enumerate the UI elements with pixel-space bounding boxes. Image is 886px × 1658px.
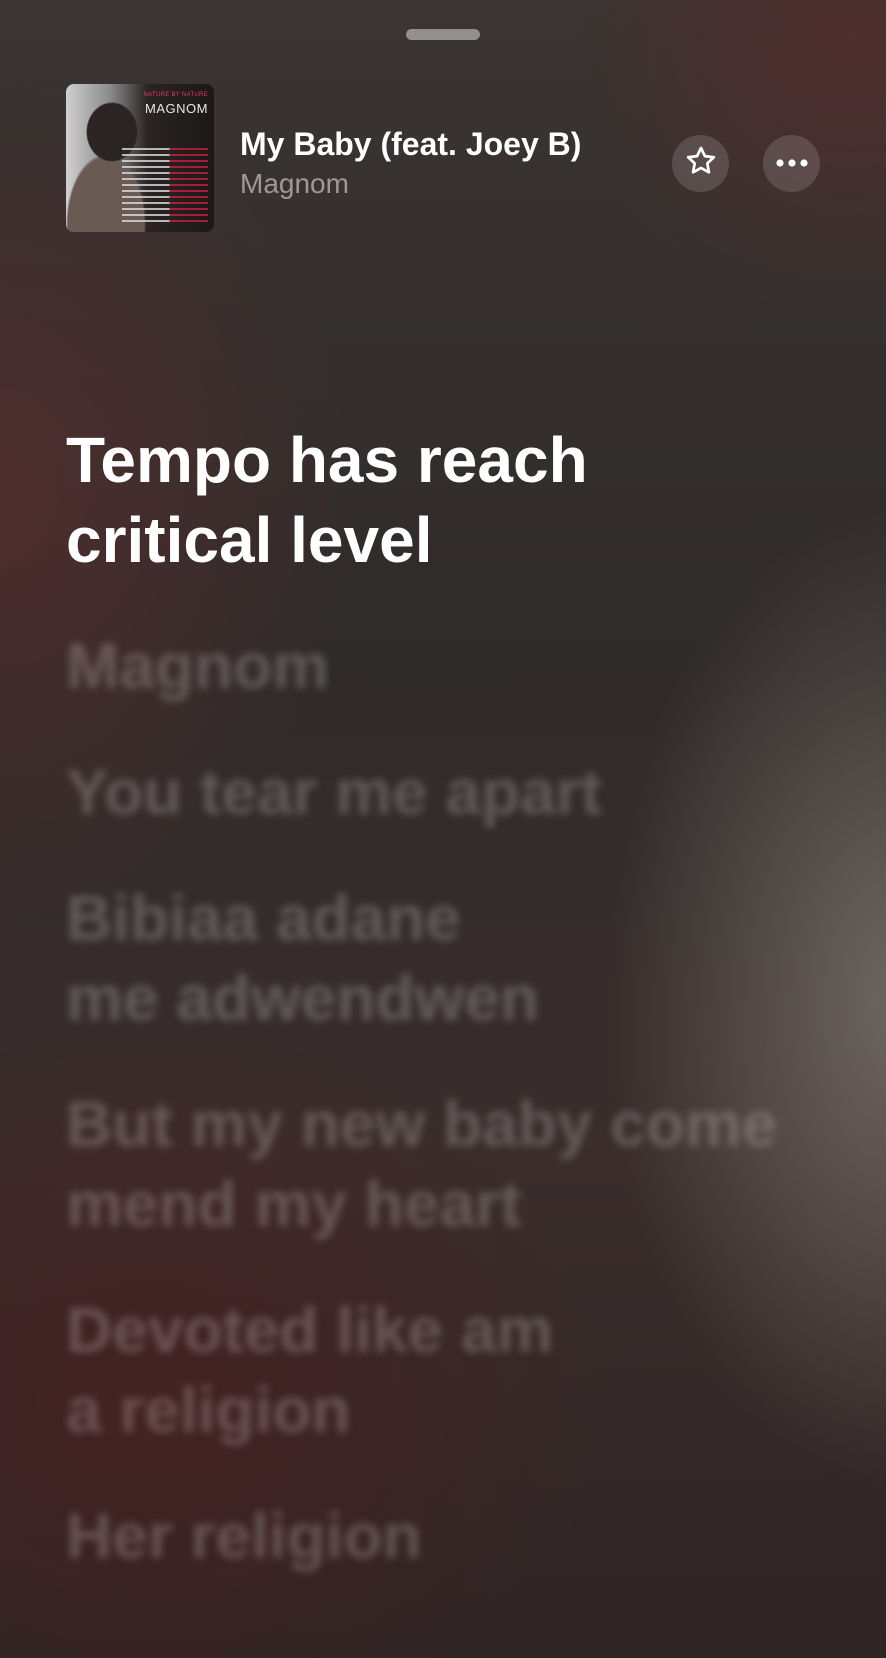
album-artwork-brand: NATURE BY NATURE MAGNOM — [144, 89, 208, 115]
lyric-text: Devoted like am — [66, 1294, 554, 1366]
lyric-text: You tear me apart — [66, 756, 602, 828]
lyric-text: critical level — [66, 504, 433, 576]
artist-name[interactable]: Magnom — [240, 168, 349, 200]
album-artwork-tracklist — [122, 148, 208, 226]
more-options-button[interactable] — [763, 135, 820, 192]
lyric-text: Bibiaa adane — [66, 882, 461, 954]
ellipsis-icon — [775, 155, 809, 173]
album-artwork[interactable]: NATURE BY NATURE MAGNOM — [66, 84, 214, 232]
song-title[interactable]: My Baby (feat. Joey B) — [240, 126, 581, 163]
lyric-line-active[interactable]: Tempo has reach critical level — [66, 420, 826, 580]
lyric-line[interactable]: Devoted like am a religion — [66, 1290, 826, 1450]
lyric-text: a religion — [66, 1374, 351, 1446]
favorite-button[interactable] — [672, 135, 729, 192]
sheet-grabber[interactable] — [406, 29, 480, 40]
lyric-text: Her religion — [66, 1500, 422, 1572]
lyric-text: mend my heart — [66, 1168, 522, 1240]
lyric-text: Magnom — [66, 630, 330, 702]
lyric-line[interactable]: You tear me apart — [66, 752, 826, 832]
lyric-text: me adwendwen — [66, 962, 539, 1034]
lyric-line[interactable]: Magnom — [66, 626, 826, 706]
lyrics-container: Tempo has reach critical level Magnom Yo… — [66, 420, 826, 1622]
lyric-line[interactable]: But my new baby come mend my heart — [66, 1084, 826, 1244]
lyric-text: But my new baby come — [66, 1088, 778, 1160]
lyrics-screen: NATURE BY NATURE MAGNOM My Baby (feat. J… — [0, 0, 886, 1658]
lyric-line[interactable]: Her religion — [66, 1496, 826, 1576]
lyric-text: Tempo has reach — [66, 424, 588, 496]
album-artwork-brand-text: MAGNOM — [145, 101, 208, 116]
lyric-line[interactable]: Bibiaa adane me adwendwen — [66, 878, 826, 1038]
star-outline-icon — [684, 144, 718, 183]
